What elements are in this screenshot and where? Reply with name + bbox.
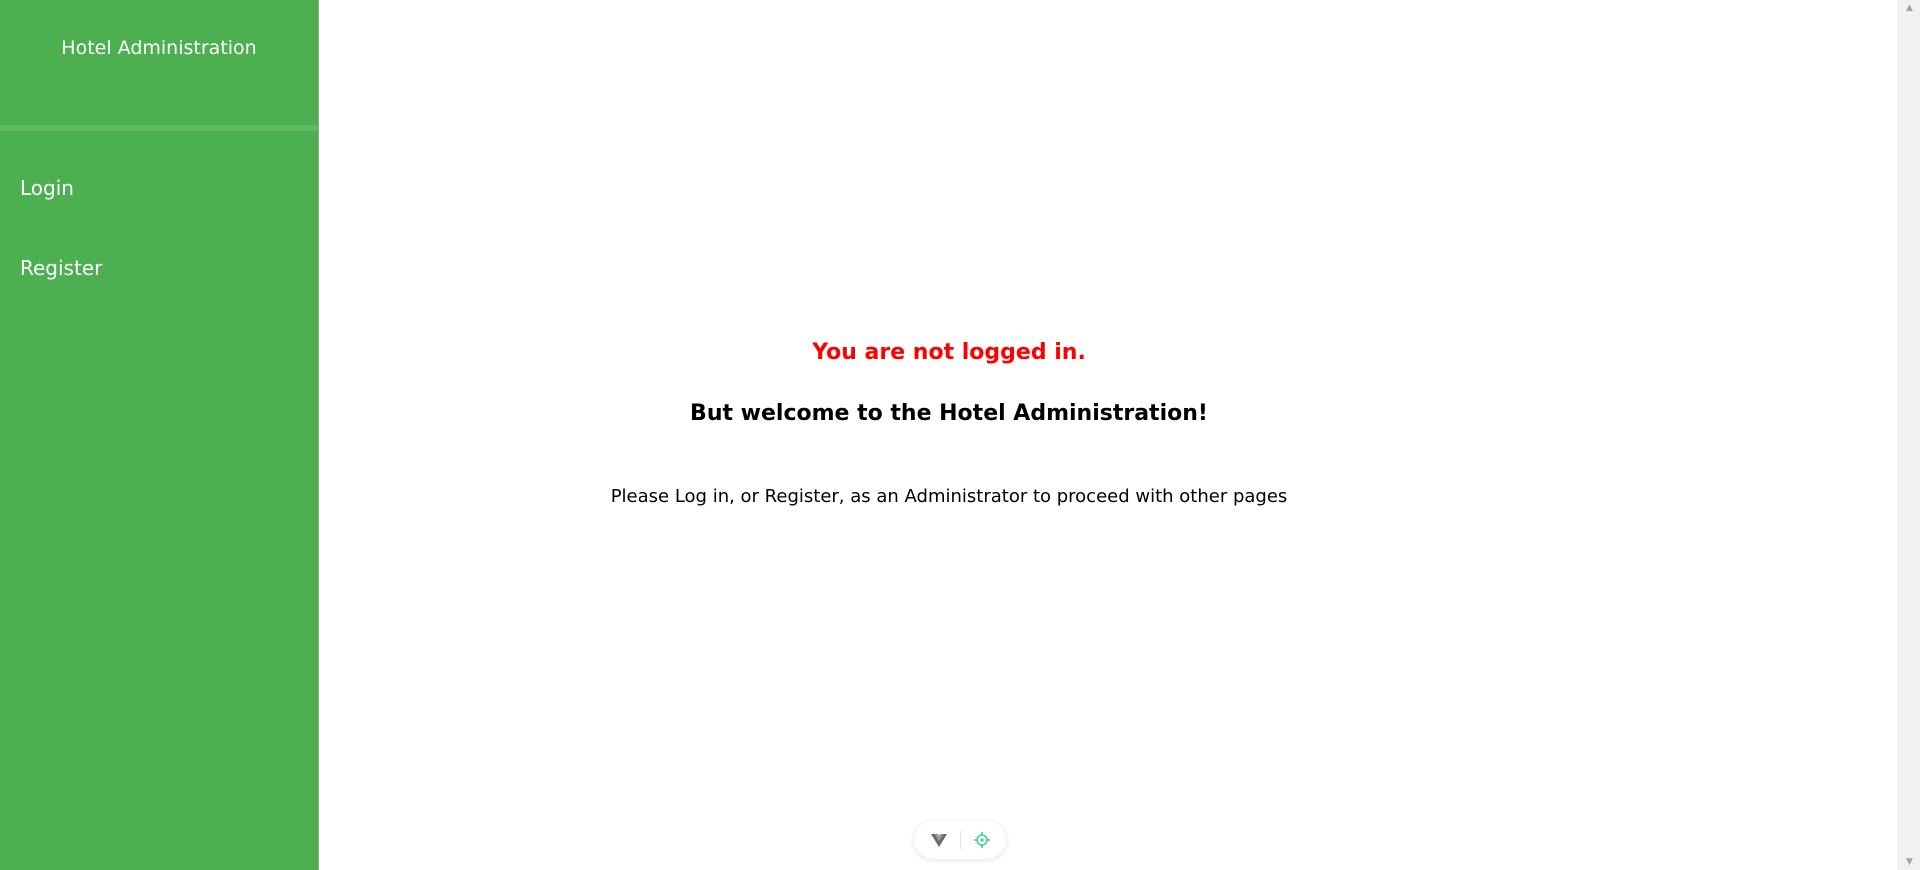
toolbar-divider <box>959 831 961 849</box>
sidebar-nav: Login Register <box>0 165 318 325</box>
sidebar-header: Hotel Administration <box>0 0 318 125</box>
welcome-heading: But welcome to the Hotel Administration! <box>690 401 1208 426</box>
scroll-up-arrow-icon[interactable]: ▲ <box>1899 0 1920 16</box>
instructions-text: Please Log in, or Register, as an Admini… <box>610 486 1288 507</box>
sidebar-title: Hotel Administration <box>61 36 257 59</box>
sidebar-divider <box>0 125 318 131</box>
main-content: You are not logged in. But welcome to th… <box>320 0 1898 870</box>
vue-logo-icon[interactable] <box>927 828 951 852</box>
vue-devtools-toolbar <box>914 821 1006 859</box>
crosshair-icon[interactable] <box>970 828 994 852</box>
vertical-scrollbar[interactable]: ▲ ▼ <box>1898 0 1920 870</box>
app-root: Hotel Administration Login Register You … <box>0 0 1920 870</box>
sidebar: Hotel Administration Login Register <box>0 0 319 870</box>
sidebar-item-register[interactable]: Register <box>0 245 318 325</box>
not-logged-in-message: You are not logged in. <box>812 340 1086 365</box>
scroll-down-arrow-icon[interactable]: ▼ <box>1899 854 1920 870</box>
sidebar-item-login[interactable]: Login <box>0 165 318 245</box>
